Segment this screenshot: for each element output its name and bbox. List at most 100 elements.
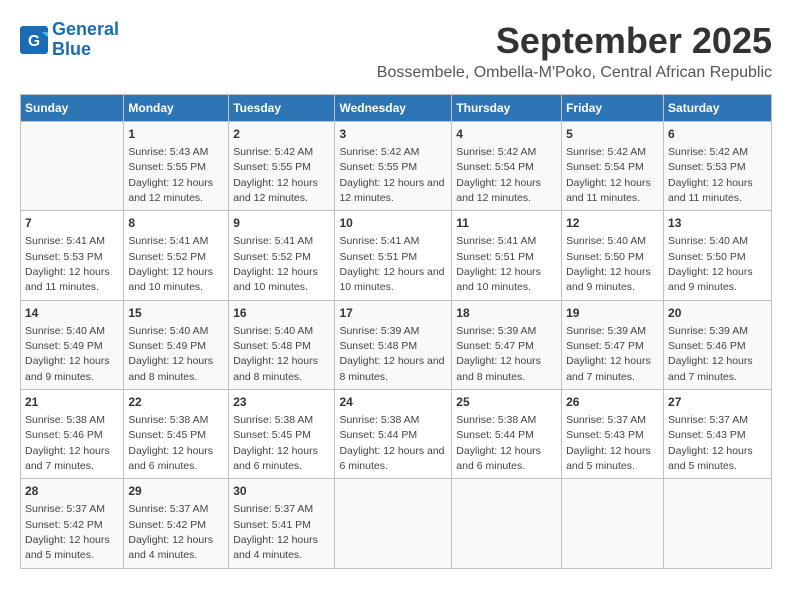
day-number: 12 xyxy=(566,215,659,232)
daylight-text: Daylight: 12 hours and 8 minutes. xyxy=(339,355,444,382)
day-number: 6 xyxy=(668,126,767,143)
day-header-wednesday: Wednesday xyxy=(335,95,452,122)
calendar-cell: 12 Sunrise: 5:40 AM Sunset: 5:50 PM Dayl… xyxy=(562,211,664,300)
day-number: 15 xyxy=(128,305,224,322)
calendar-cell: 25 Sunrise: 5:38 AM Sunset: 5:44 PM Dayl… xyxy=(452,390,562,479)
calendar-cell: 7 Sunrise: 5:41 AM Sunset: 5:53 PM Dayli… xyxy=(21,211,124,300)
day-number: 16 xyxy=(233,305,330,322)
sunrise-text: Sunrise: 5:42 AM xyxy=(339,146,419,158)
calendar-subtitle: Bossembele, Ombella-M'Poko, Central Afri… xyxy=(377,64,772,82)
sunset-text: Sunset: 5:49 PM xyxy=(25,340,103,352)
sunset-text: Sunset: 5:48 PM xyxy=(233,340,311,352)
calendar-cell: 21 Sunrise: 5:38 AM Sunset: 5:46 PM Dayl… xyxy=(21,390,124,479)
sunset-text: Sunset: 5:54 PM xyxy=(456,161,534,173)
calendar-cell: 1 Sunrise: 5:43 AM Sunset: 5:55 PM Dayli… xyxy=(124,122,229,211)
daylight-text: Daylight: 12 hours and 5 minutes. xyxy=(566,445,651,472)
daylight-text: Daylight: 12 hours and 10 minutes. xyxy=(128,266,213,293)
sunrise-text: Sunrise: 5:40 AM xyxy=(668,235,748,247)
sunset-text: Sunset: 5:50 PM xyxy=(566,251,644,263)
sunset-text: Sunset: 5:51 PM xyxy=(456,251,534,263)
calendar-cell: 19 Sunrise: 5:39 AM Sunset: 5:47 PM Dayl… xyxy=(562,300,664,389)
sunrise-text: Sunrise: 5:37 AM xyxy=(128,503,208,515)
sunset-text: Sunset: 5:52 PM xyxy=(128,251,206,263)
sunrise-text: Sunrise: 5:40 AM xyxy=(233,325,313,337)
sunset-text: Sunset: 5:44 PM xyxy=(339,429,417,441)
sunrise-text: Sunrise: 5:39 AM xyxy=(339,325,419,337)
calendar-cell: 16 Sunrise: 5:40 AM Sunset: 5:48 PM Dayl… xyxy=(229,300,335,389)
sunrise-text: Sunrise: 5:37 AM xyxy=(25,503,105,515)
calendar-cell: 4 Sunrise: 5:42 AM Sunset: 5:54 PM Dayli… xyxy=(452,122,562,211)
calendar-cell: 9 Sunrise: 5:41 AM Sunset: 5:52 PM Dayli… xyxy=(229,211,335,300)
day-number: 25 xyxy=(456,394,557,411)
calendar-cell: 17 Sunrise: 5:39 AM Sunset: 5:48 PM Dayl… xyxy=(335,300,452,389)
daylight-text: Daylight: 12 hours and 9 minutes. xyxy=(25,355,110,382)
day-number: 4 xyxy=(456,126,557,143)
day-number: 1 xyxy=(128,126,224,143)
calendar-cell: 6 Sunrise: 5:42 AM Sunset: 5:53 PM Dayli… xyxy=(664,122,772,211)
daylight-text: Daylight: 12 hours and 9 minutes. xyxy=(668,266,753,293)
sunset-text: Sunset: 5:53 PM xyxy=(668,161,746,173)
logo-text: General Blue xyxy=(52,20,119,60)
sunset-text: Sunset: 5:46 PM xyxy=(668,340,746,352)
calendar-cell xyxy=(664,479,772,568)
calendar-cell: 27 Sunrise: 5:37 AM Sunset: 5:43 PM Dayl… xyxy=(664,390,772,479)
calendar-week-4: 21 Sunrise: 5:38 AM Sunset: 5:46 PM Dayl… xyxy=(21,390,772,479)
calendar-cell: 30 Sunrise: 5:37 AM Sunset: 5:41 PM Dayl… xyxy=(229,479,335,568)
day-header-tuesday: Tuesday xyxy=(229,95,335,122)
sunset-text: Sunset: 5:42 PM xyxy=(128,519,206,531)
sunrise-text: Sunrise: 5:39 AM xyxy=(566,325,646,337)
calendar-cell: 2 Sunrise: 5:42 AM Sunset: 5:55 PM Dayli… xyxy=(229,122,335,211)
day-number: 9 xyxy=(233,215,330,232)
calendar-cell xyxy=(335,479,452,568)
sunrise-text: Sunrise: 5:39 AM xyxy=(668,325,748,337)
sunrise-text: Sunrise: 5:42 AM xyxy=(566,146,646,158)
day-header-monday: Monday xyxy=(124,95,229,122)
day-number: 14 xyxy=(25,305,119,322)
daylight-text: Daylight: 12 hours and 7 minutes. xyxy=(668,355,753,382)
calendar-cell: 24 Sunrise: 5:38 AM Sunset: 5:44 PM Dayl… xyxy=(335,390,452,479)
calendar-body: 1 Sunrise: 5:43 AM Sunset: 5:55 PM Dayli… xyxy=(21,122,772,569)
day-header-thursday: Thursday xyxy=(452,95,562,122)
calendar-cell: 26 Sunrise: 5:37 AM Sunset: 5:43 PM Dayl… xyxy=(562,390,664,479)
day-number: 21 xyxy=(25,394,119,411)
day-number: 19 xyxy=(566,305,659,322)
calendar-cell xyxy=(562,479,664,568)
daylight-text: Daylight: 12 hours and 11 minutes. xyxy=(25,266,110,293)
daylight-text: Daylight: 12 hours and 8 minutes. xyxy=(233,355,318,382)
day-number: 28 xyxy=(25,483,119,500)
sunrise-text: Sunrise: 5:37 AM xyxy=(566,414,646,426)
sunrise-text: Sunrise: 5:42 AM xyxy=(668,146,748,158)
calendar-cell: 11 Sunrise: 5:41 AM Sunset: 5:51 PM Dayl… xyxy=(452,211,562,300)
sunrise-text: Sunrise: 5:37 AM xyxy=(233,503,313,515)
calendar-week-2: 7 Sunrise: 5:41 AM Sunset: 5:53 PM Dayli… xyxy=(21,211,772,300)
calendar-cell: 8 Sunrise: 5:41 AM Sunset: 5:52 PM Dayli… xyxy=(124,211,229,300)
daylight-text: Daylight: 12 hours and 10 minutes. xyxy=(339,266,444,293)
sunset-text: Sunset: 5:41 PM xyxy=(233,519,311,531)
daylight-text: Daylight: 12 hours and 6 minutes. xyxy=(456,445,541,472)
calendar-cell: 3 Sunrise: 5:42 AM Sunset: 5:55 PM Dayli… xyxy=(335,122,452,211)
day-number: 7 xyxy=(25,215,119,232)
calendar-week-3: 14 Sunrise: 5:40 AM Sunset: 5:49 PM Dayl… xyxy=(21,300,772,389)
daylight-text: Daylight: 12 hours and 11 minutes. xyxy=(566,177,651,204)
daylight-text: Daylight: 12 hours and 5 minutes. xyxy=(668,445,753,472)
daylight-text: Daylight: 12 hours and 7 minutes. xyxy=(25,445,110,472)
day-header-friday: Friday xyxy=(562,95,664,122)
daylight-text: Daylight: 12 hours and 6 minutes. xyxy=(128,445,213,472)
sunset-text: Sunset: 5:47 PM xyxy=(456,340,534,352)
logo: G General Blue xyxy=(20,20,119,60)
day-number: 8 xyxy=(128,215,224,232)
sunrise-text: Sunrise: 5:39 AM xyxy=(456,325,536,337)
sunrise-text: Sunrise: 5:40 AM xyxy=(566,235,646,247)
calendar-title: September 2025 xyxy=(377,20,772,62)
calendar-cell: 15 Sunrise: 5:40 AM Sunset: 5:49 PM Dayl… xyxy=(124,300,229,389)
sunset-text: Sunset: 5:55 PM xyxy=(233,161,311,173)
daylight-text: Daylight: 12 hours and 9 minutes. xyxy=(566,266,651,293)
sunrise-text: Sunrise: 5:38 AM xyxy=(25,414,105,426)
sunset-text: Sunset: 5:47 PM xyxy=(566,340,644,352)
day-number: 20 xyxy=(668,305,767,322)
day-number: 11 xyxy=(456,215,557,232)
daylight-text: Daylight: 12 hours and 4 minutes. xyxy=(128,534,213,561)
day-number: 27 xyxy=(668,394,767,411)
page-header: September 2025 Bossembele, Ombella-M'Pok… xyxy=(377,20,772,82)
day-number: 29 xyxy=(128,483,224,500)
